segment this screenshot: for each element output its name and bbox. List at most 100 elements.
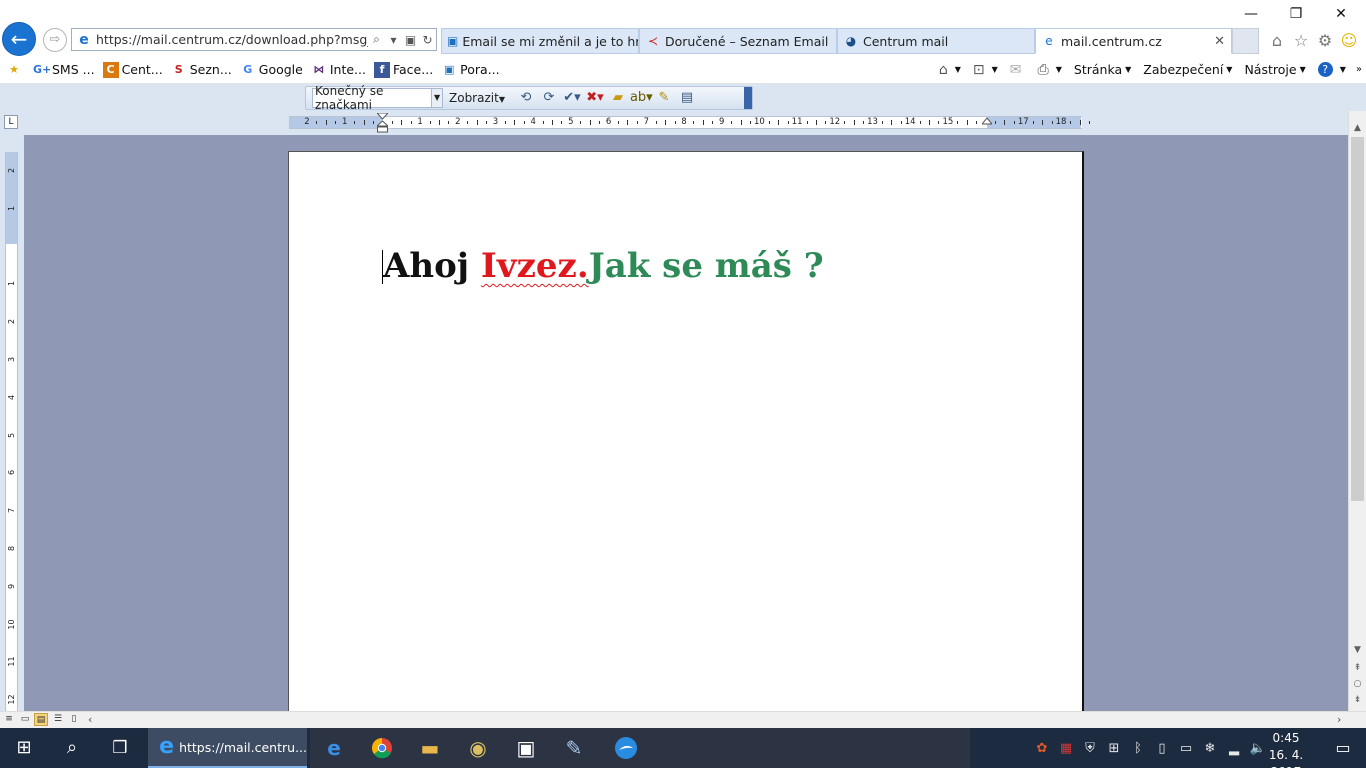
- close-tab-icon[interactable]: ✕: [1214, 34, 1225, 49]
- mail-app-icon[interactable]: [602, 728, 650, 768]
- tab-seznam-email[interactable]: ≺ Doručené – Seznam Email: [639, 28, 837, 54]
- tools-menu[interactable]: Nástroje ▼: [1244, 62, 1305, 77]
- page-menu[interactable]: Stránka ▼: [1074, 62, 1131, 77]
- reading-layout-icon[interactable]: ▯: [67, 713, 81, 726]
- smiley-feedback-icon[interactable]: ☺: [1338, 31, 1360, 51]
- tab-email-se-mi-zmenil[interactable]: ▣ Email se mi změnil a je to hrůz...: [441, 28, 639, 54]
- add-favorite-icon[interactable]: ★: [6, 62, 25, 78]
- right-indent-marker[interactable]: [982, 117, 992, 129]
- show-markup-button[interactable]: Zobrazit▼: [449, 91, 505, 105]
- taskbar-ie-window[interactable]: e https://mail.centru...: [148, 728, 307, 768]
- document-page[interactable]: [288, 151, 1084, 716]
- display-for-review-select[interactable]: Konečný se značkami ▼: [312, 84, 443, 112]
- action-center-icon[interactable]: ▭: [1320, 728, 1366, 768]
- tray-office-icon[interactable]: ▦: [1054, 741, 1078, 756]
- previous-change-icon[interactable]: ⟲: [515, 88, 537, 108]
- select-browse-object-icon[interactable]: ○: [1349, 679, 1366, 689]
- feeds-menu[interactable]: ⊡ ▼: [973, 62, 998, 78]
- store-icon[interactable]: ▣: [502, 728, 550, 768]
- tab-selector[interactable]: L: [4, 115, 18, 129]
- chevron-down-icon[interactable]: ▼: [431, 89, 442, 107]
- normal-view-icon[interactable]: ≡: [2, 713, 16, 726]
- help-menu[interactable]: ? ▼: [1317, 62, 1346, 77]
- close-window-button[interactable]: ✕: [1318, 0, 1364, 28]
- tray-windows-icon[interactable]: ⊞: [1102, 741, 1126, 756]
- accept-change-icon[interactable]: ✔▾: [561, 88, 583, 108]
- minimize-button[interactable]: —: [1228, 0, 1274, 28]
- windows-start-icon[interactable]: ⊞: [0, 728, 48, 768]
- edge-icon[interactable]: e: [310, 728, 358, 768]
- system-clock[interactable]: 0:45 16. 4. 2017: [1258, 730, 1314, 781]
- ruler-tick: [881, 121, 883, 124]
- outline-view-icon[interactable]: ☰: [51, 713, 65, 726]
- usb-device-icon[interactable]: ▯: [1150, 741, 1174, 756]
- search-icon[interactable]: ⌕: [48, 728, 96, 768]
- favorite-centrum[interactable]: C Cent...: [102, 61, 163, 78]
- favorite-google[interactable]: G Google: [240, 62, 303, 78]
- favorite-sms[interactable]: G+ SMS ...: [33, 62, 95, 78]
- favorites-star-icon[interactable]: ☆: [1290, 31, 1312, 51]
- next-change-icon[interactable]: ⟳: [538, 88, 560, 108]
- favorite-internet[interactable]: ⋈ Inte...: [311, 62, 366, 78]
- tab-mail-centrum-cz[interactable]: e mail.centrum.cz ✕: [1035, 28, 1232, 54]
- back-button[interactable]: ←: [2, 22, 36, 56]
- mail-icon[interactable]: ✉: [1010, 62, 1026, 78]
- previous-page-icon[interactable]: ⇞: [1349, 663, 1366, 673]
- home-icon[interactable]: ⌂: [1266, 31, 1288, 51]
- print-menu[interactable]: ⎙ ▼: [1038, 62, 1062, 78]
- reviewing-toolbar: Konečný se značkami ▼ Zobrazit▼ ⟲ ⟳ ✔▾ ✖…: [305, 84, 753, 112]
- paint-icon[interactable]: ✎: [550, 728, 598, 768]
- ruler-tick: [1013, 121, 1015, 124]
- new-tab-button[interactable]: [1232, 28, 1259, 54]
- right-margin-area: [987, 117, 1081, 128]
- search-icon[interactable]: ⌕: [368, 32, 385, 47]
- reject-change-icon[interactable]: ✖▾: [584, 88, 606, 108]
- refresh-icon[interactable]: ↻: [419, 33, 436, 47]
- dropdown-arrow-icon[interactable]: ▾: [385, 33, 402, 47]
- track-changes-icon[interactable]: ✎: [653, 88, 675, 108]
- first-line-indent-marker[interactable]: [377, 113, 388, 133]
- print-layout-icon[interactable]: ▤: [34, 713, 48, 726]
- printer-icon: ⎙: [1037, 61, 1049, 78]
- scroll-right-icon[interactable]: ›: [1337, 713, 1341, 726]
- minion-app-icon[interactable]: ◉: [454, 728, 502, 768]
- lock-icon[interactable]: ▣: [402, 33, 419, 47]
- scroll-left-icon[interactable]: ‹: [88, 713, 92, 726]
- scroll-up-icon[interactable]: ▲: [1349, 123, 1366, 133]
- wifi-signal-icon[interactable]: ▂: [1222, 741, 1246, 756]
- web-layout-icon[interactable]: ▭: [18, 713, 32, 726]
- forward-button[interactable]: ⇨: [43, 28, 67, 52]
- address-bar[interactable]: e https://mail.centrum.cz/download.php?m…: [71, 28, 437, 51]
- next-page-icon[interactable]: ⇟: [1349, 695, 1366, 705]
- home-menu[interactable]: ⌂ ▼: [939, 62, 961, 78]
- horizontal-ruler[interactable]: 2 1 1 2 3 4 5 6 7 8 9 10 11 12 13 14 15 17 18: [289, 116, 1091, 129]
- restore-button[interactable]: ❐: [1273, 0, 1319, 28]
- highlight-icon[interactable]: ab▾: [630, 88, 653, 108]
- scroll-down-icon[interactable]: ▼: [1349, 645, 1366, 655]
- bluetooth-icon[interactable]: ᛒ: [1126, 741, 1150, 756]
- ruler-number: 2: [455, 117, 461, 127]
- favorite-poradna[interactable]: ▣ Pora...: [441, 62, 500, 78]
- battery-icon[interactable]: ▭: [1174, 741, 1198, 756]
- favorite-seznam[interactable]: S Sezn...: [171, 62, 232, 78]
- tab-centrum-mail[interactable]: ◕ Centrum mail: [837, 28, 1035, 54]
- document-text[interactable]: Ahoj Ivzez.Jak se máš ?: [383, 244, 824, 288]
- reviewing-pane-icon[interactable]: ▤: [676, 88, 698, 108]
- address-url[interactable]: https://mail.centrum.cz/download.php?msg…: [96, 32, 368, 47]
- security-menu[interactable]: Zabezpečení ▼: [1143, 62, 1232, 77]
- toolbar-options-icon[interactable]: [744, 87, 752, 109]
- task-view-icon[interactable]: ❒: [96, 728, 144, 768]
- file-explorer-icon[interactable]: ▬: [406, 728, 454, 768]
- weather-snow-icon[interactable]: ❄: [1198, 741, 1222, 756]
- scrollbar-thumb[interactable]: [1351, 137, 1364, 501]
- chrome-icon[interactable]: [358, 728, 406, 768]
- vertical-scrollbar[interactable]: ▲ ▼ ⇞ ○ ⇟: [1348, 111, 1366, 711]
- overflow-chevron-icon[interactable]: »: [1356, 64, 1362, 75]
- vertical-ruler[interactable]: 2 1 1 2 3 4 5 6 7 8 9 10 11 12: [5, 152, 18, 711]
- favorite-facebook[interactable]: f Face...: [373, 61, 433, 78]
- settings-gear-icon[interactable]: ⚙: [1314, 31, 1336, 51]
- new-comment-icon[interactable]: ▰: [607, 88, 629, 108]
- tray-app-icon[interactable]: ✿: [1030, 741, 1054, 756]
- tray-security-icon[interactable]: ⛨: [1078, 741, 1102, 756]
- horizontal-scrollbar[interactable]: [0, 711, 1366, 728]
